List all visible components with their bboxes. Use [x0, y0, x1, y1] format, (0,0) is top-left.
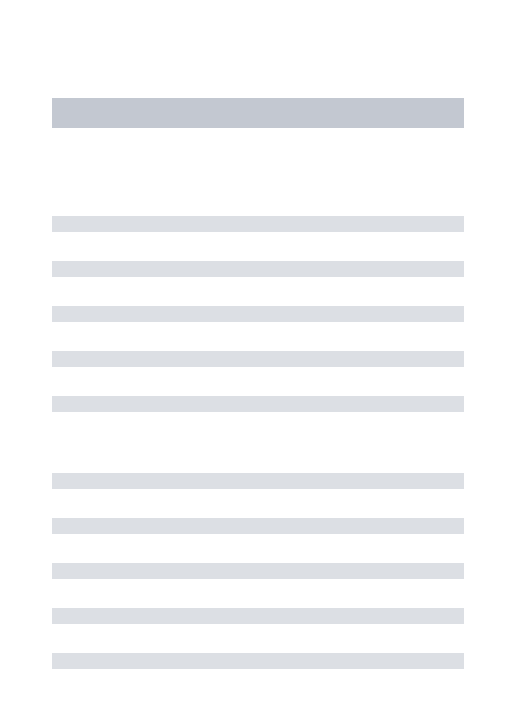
skeleton-line [52, 396, 464, 412]
skeleton-line [52, 216, 464, 232]
skeleton-line [52, 473, 464, 489]
skeleton-line [52, 261, 464, 277]
skeleton-line [52, 351, 464, 367]
skeleton-header [52, 98, 464, 128]
skeleton-line [52, 518, 464, 534]
skeleton-line [52, 563, 464, 579]
skeleton-line [52, 608, 464, 624]
skeleton-line [52, 653, 464, 669]
skeleton-section-gap [52, 441, 464, 473]
skeleton-line [52, 306, 464, 322]
